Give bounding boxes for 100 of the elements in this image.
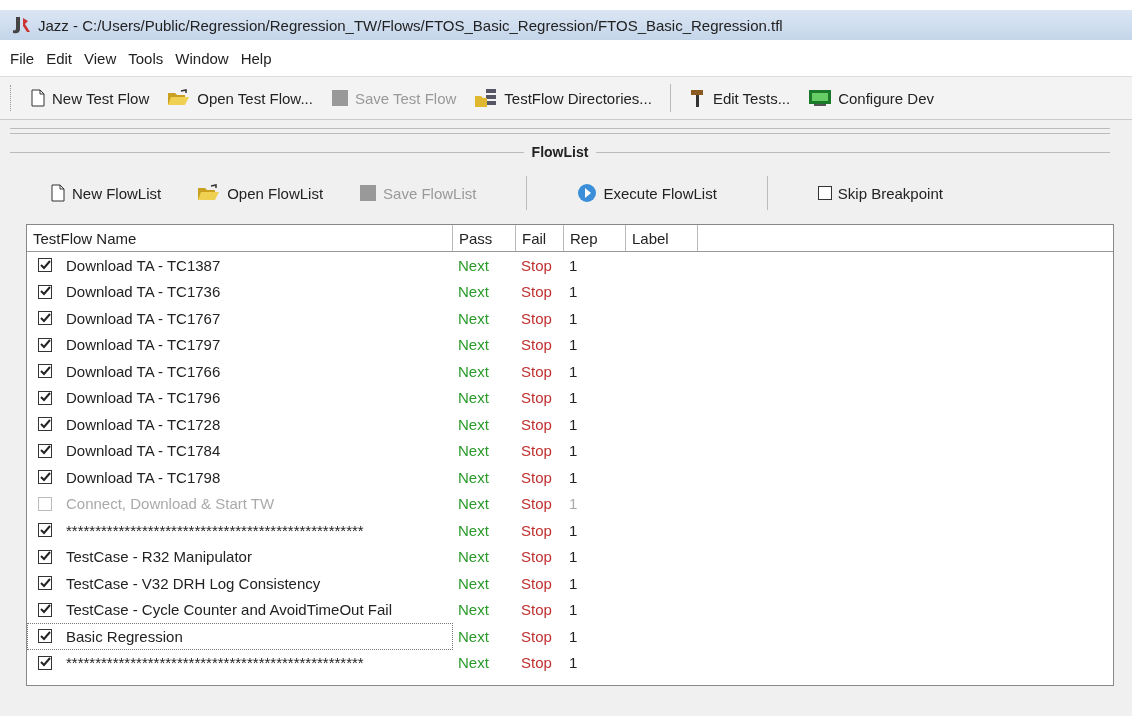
row-checkbox[interactable] — [38, 364, 52, 379]
table-cell-text: Next — [457, 415, 490, 433]
table-cell-text: Next — [457, 256, 490, 274]
table-cell-text: Next — [457, 548, 490, 566]
menu-item[interactable]: Window — [175, 49, 229, 67]
folder-stack-icon — [474, 88, 499, 108]
table-cell-text: Next — [457, 309, 490, 327]
table-cell-text: 1 — [568, 389, 579, 407]
row-checkbox[interactable] — [38, 390, 52, 405]
table-cell-text: 1 — [568, 548, 579, 566]
row-checkbox[interactable] — [38, 602, 52, 617]
table-cell-text: Stop — [520, 415, 553, 433]
table-cell-text: 1 — [568, 574, 579, 592]
row-checkbox[interactable] — [38, 549, 52, 564]
table-cell-text: Stop — [520, 336, 553, 354]
row-checkbox[interactable] — [38, 523, 52, 538]
table-cell-text: 1 — [568, 627, 579, 645]
table-cell: TestCase - V32 DRH Log Consistency — [66, 574, 321, 592]
menu-item[interactable]: Help — [240, 49, 272, 67]
table-cell-text: Stop — [520, 521, 553, 539]
table-cell: Download TA - TC1797 — [66, 336, 221, 354]
table-cell-text: Stop — [520, 574, 553, 592]
table-cell: Download TA - TC1728 — [66, 415, 221, 433]
row-checkbox[interactable] — [38, 629, 52, 644]
table-cell: *************************************************** — [66, 654, 364, 672]
column-header[interactable]: Fail — [516, 225, 564, 251]
table-cell: Download TA - TC1766 — [66, 362, 221, 380]
table-cell-text: Stop — [520, 389, 553, 407]
table-cell-text: 1 — [568, 309, 579, 327]
table-cell-text: Stop — [520, 283, 553, 301]
folder-icon — [197, 184, 222, 202]
floppy-icon — [359, 184, 378, 202]
checkbox[interactable] — [817, 186, 832, 200]
table-cell: *************************************************** — [66, 521, 364, 539]
table-cell-text: Stop — [520, 601, 553, 619]
table-cell-text: 1 — [568, 521, 579, 539]
table-cell: Download TA - TC1798 — [66, 468, 221, 486]
toolbar-button[interactable]: New FlowList — [44, 182, 168, 204]
table-cell-text: Next — [457, 336, 490, 354]
row-checkbox[interactable] — [38, 655, 52, 670]
table-cell-text: 1 — [568, 256, 579, 274]
table-cell-text: Next — [457, 521, 490, 539]
floppy-icon — [330, 89, 349, 107]
row-checkbox[interactable] — [38, 311, 52, 326]
folder-icon — [167, 89, 192, 107]
column-header[interactable]: Label — [626, 225, 698, 251]
row-checkbox[interactable] — [38, 417, 52, 432]
menu-item[interactable]: Tools — [128, 49, 164, 67]
menu-item[interactable]: Edit — [46, 49, 73, 67]
row-checkbox[interactable] — [38, 337, 52, 352]
menu-item[interactable]: View — [84, 49, 117, 67]
row-checkbox[interactable] — [38, 284, 52, 299]
column-header[interactable]: TestFlow Name — [27, 225, 453, 251]
table-cell-text: 1 — [568, 283, 579, 301]
toolbar-button[interactable]: Configure Dev — [802, 87, 941, 109]
table-cell-text: Next — [457, 442, 490, 460]
table-cell-text: 1 — [568, 601, 579, 619]
table-cell-text: 1 — [568, 654, 579, 672]
toolbar-button[interactable]: New Test Flow — [24, 87, 156, 109]
table-cell: Download TA - TC1736 — [66, 283, 221, 301]
table-cell-text: Next — [457, 389, 490, 407]
table-cell-text: Stop — [520, 654, 553, 672]
table-cell-text: Next — [457, 495, 490, 513]
menu-item[interactable]: File — [10, 49, 35, 67]
table-cell-text: 1 — [568, 468, 579, 486]
table-cell-text: 1 — [568, 362, 579, 380]
table-cell-text: 1 — [568, 442, 579, 460]
table-cell-text: Stop — [520, 362, 553, 380]
row-checkbox[interactable] — [38, 258, 52, 273]
table-cell-text: Next — [457, 601, 490, 619]
table-cell: TestCase - Cycle Counter and AvoidTimeOut Fail — [66, 601, 392, 619]
skip-breakpoint-checkbox[interactable]: Skip Breakpoint — [811, 182, 949, 204]
table-cell: Download TA - TC1387 — [66, 256, 221, 274]
column-header[interactable]: Pass — [453, 225, 516, 251]
document-icon — [30, 89, 46, 107]
table-cell: Connect, Download & Start TW — [66, 495, 275, 513]
table-cell-text: Stop — [520, 468, 553, 486]
table-cell-text: Stop — [520, 627, 553, 645]
row-checkbox[interactable] — [38, 470, 52, 485]
row-checkbox[interactable] — [38, 576, 52, 591]
table-cell: Basic Regression — [66, 627, 183, 645]
column-header[interactable]: Rep — [564, 225, 626, 251]
toolbar-button[interactable]: Open FlowList — [191, 182, 330, 204]
app-logo-icon — [10, 14, 32, 36]
window-title: Jazz - C:/Users/Public/Regression/Regression_TW/Flows/FTOS_Basic_Regression/FTOS_Basic_Regression.tfl — [38, 16, 783, 34]
table-cell-text: Stop — [520, 309, 553, 327]
table-cell-text: Stop — [520, 442, 553, 460]
table-cell: Download TA - TC1784 — [66, 442, 221, 460]
table-cell-text: Next — [457, 468, 490, 486]
toolbar-button[interactable]: Edit Tests... — [682, 86, 797, 110]
toolbar-button[interactable]: Execute FlowList — [571, 181, 723, 205]
table-cell: TestCase - R32 Manipulator — [66, 548, 252, 566]
table-cell-text: Stop — [520, 548, 553, 566]
row-checkbox[interactable] — [38, 443, 52, 458]
toolbar-button[interactable]: TestFlow Directories... — [468, 86, 658, 110]
table-cell-text: Next — [457, 362, 490, 380]
table-cell-text: Stop — [520, 256, 553, 274]
document-icon — [50, 184, 66, 202]
toolbar-button[interactable]: Open Test Flow... — [161, 87, 319, 109]
table-cell-text: 1 — [568, 336, 579, 354]
